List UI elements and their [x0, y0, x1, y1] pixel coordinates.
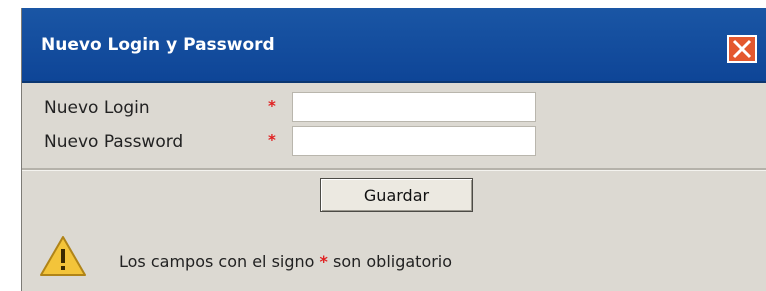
password-label: Nuevo Password: [44, 132, 184, 152]
save-button[interactable]: Guardar: [320, 178, 473, 212]
login-label: Nuevo Login: [44, 98, 150, 118]
form-divider: [22, 168, 766, 171]
close-icon: [732, 39, 752, 59]
notice-suffix: son obligatorio: [333, 252, 453, 271]
password-input[interactable]: [292, 126, 536, 156]
login-input[interactable]: [292, 92, 536, 122]
required-fields-notice: Los campos con el signo * son obligatori…: [119, 252, 452, 271]
notice-required-marker: *: [319, 252, 328, 271]
login-password-dialog: Nuevo Login y Password Nuevo Login * Nue…: [21, 8, 766, 291]
notice-prefix: Los campos con el signo: [119, 252, 315, 271]
warning-icon: [40, 236, 86, 276]
login-required-marker: *: [268, 97, 276, 115]
password-required-marker: *: [268, 131, 276, 149]
dialog-titlebar: Nuevo Login y Password: [22, 8, 766, 83]
close-button[interactable]: [727, 35, 757, 63]
dialog-title: Nuevo Login y Password: [41, 35, 275, 55]
